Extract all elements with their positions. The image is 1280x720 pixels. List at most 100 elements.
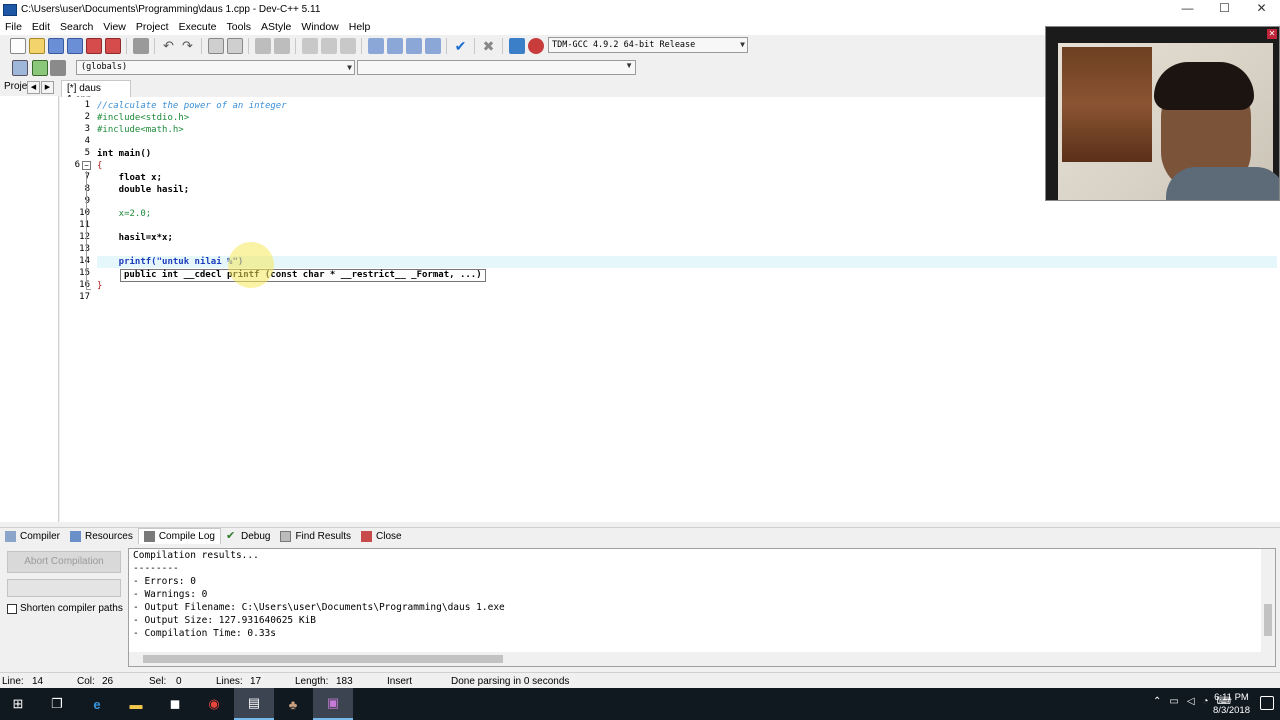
file-explorer-icon[interactable]: ▬ bbox=[126, 694, 146, 714]
clock[interactable]: 6:11 PM 8/3/2018 bbox=[1213, 691, 1250, 717]
check-syntax-icon[interactable]: ✔ bbox=[453, 38, 469, 54]
bookmark-icon[interactable] bbox=[49, 60, 66, 76]
profile-icon[interactable] bbox=[508, 38, 525, 54]
tab-find-results[interactable]: Find Results bbox=[275, 528, 356, 544]
stop-execution-icon[interactable]: ✖ bbox=[481, 38, 497, 54]
toolbar-divider bbox=[502, 38, 503, 54]
fold-guide bbox=[86, 171, 87, 289]
chevron-left-icon[interactable]: ◀ bbox=[27, 81, 40, 94]
debug-run-icon[interactable] bbox=[527, 38, 544, 54]
save-all-icon[interactable] bbox=[66, 38, 83, 54]
scrollbar-thumb[interactable] bbox=[143, 655, 503, 663]
edge-icon[interactable]: e bbox=[87, 694, 107, 714]
compiler-icon bbox=[5, 530, 16, 542]
network-icon[interactable]: ◔ bbox=[1203, 696, 1209, 707]
log-line: -------- bbox=[133, 563, 179, 574]
tab-label: Resources bbox=[85, 530, 133, 542]
shorten-paths-checkbox[interactable] bbox=[7, 603, 17, 614]
recorder-taskbar-icon[interactable]: ▣ bbox=[313, 688, 353, 720]
menu-search[interactable]: Search bbox=[55, 21, 98, 33]
start-icon[interactable]: ⊞ bbox=[8, 694, 28, 714]
compilation-progress-bar bbox=[7, 579, 121, 597]
tab-resources[interactable]: Resources bbox=[65, 528, 138, 544]
menu-help[interactable]: Help bbox=[344, 21, 376, 33]
status-sel: 0 bbox=[176, 676, 182, 687]
battery-icon[interactable]: ▭ bbox=[1169, 696, 1178, 707]
notification-icon[interactable] bbox=[1260, 696, 1274, 710]
goto-declaration-icon[interactable] bbox=[31, 60, 48, 76]
status-bar: Line: 14 Col: 26 Sel: 0 Lines: 17 Length… bbox=[0, 672, 1280, 688]
compile-log-output[interactable]: Compilation results... -------- - Errors… bbox=[128, 548, 1276, 667]
tab-close[interactable]: Close bbox=[356, 528, 407, 544]
status-lines-label: Lines: bbox=[216, 676, 243, 687]
open-file-icon[interactable] bbox=[28, 38, 45, 54]
replace-icon[interactable] bbox=[226, 38, 243, 54]
chevron-right-icon[interactable]: ▶ bbox=[41, 81, 54, 94]
new-file-icon[interactable] bbox=[9, 38, 26, 54]
menu-window[interactable]: Window bbox=[296, 21, 343, 33]
code-line: int main() bbox=[97, 149, 152, 159]
globals-select[interactable]: (globals) ▼ bbox=[76, 60, 355, 75]
menu-edit[interactable]: Edit bbox=[27, 21, 55, 33]
save-icon[interactable] bbox=[47, 38, 64, 54]
project-options-icon[interactable] bbox=[386, 38, 403, 54]
compiler-select[interactable]: TDM-GCC 4.9.2 64-bit Release ▼ bbox=[548, 37, 748, 53]
volume-icon[interactable]: ◁ bbox=[1187, 696, 1195, 707]
indent-icon[interactable] bbox=[254, 38, 271, 54]
menu-project[interactable]: Project bbox=[131, 21, 174, 33]
file-tab[interactable]: [*] daus 1.cpp bbox=[61, 80, 131, 105]
webcam-shelf bbox=[1062, 47, 1152, 162]
close-icon[interactable]: ✕ bbox=[1267, 29, 1277, 39]
clock-date: 8/3/2018 bbox=[1213, 705, 1250, 716]
new-project-icon[interactable] bbox=[367, 38, 384, 54]
insert-icon[interactable] bbox=[11, 60, 28, 76]
abort-compilation-button[interactable]: Abort Compilation bbox=[7, 551, 121, 573]
store-icon[interactable]: ◼ bbox=[165, 694, 185, 714]
status-message: Done parsing in 0 seconds bbox=[451, 676, 570, 687]
find-icon[interactable] bbox=[207, 38, 224, 54]
menu-astyle[interactable]: AStyle bbox=[256, 21, 296, 33]
log-line: - Compilation Time: 0.33s bbox=[133, 628, 276, 639]
function-select[interactable]: ▼ bbox=[357, 60, 636, 75]
close-file-icon[interactable] bbox=[85, 38, 102, 54]
log-horizontal-scrollbar[interactable] bbox=[129, 652, 1275, 666]
tab-debug[interactable]: ✔ Debug bbox=[221, 528, 275, 544]
chrome-icon[interactable]: ◉ bbox=[204, 694, 224, 714]
fold-guide-end bbox=[86, 289, 91, 290]
game-icon[interactable]: ♣ bbox=[283, 694, 303, 714]
goto-line-icon[interactable] bbox=[339, 38, 356, 54]
remove-from-project-icon[interactable] bbox=[424, 38, 441, 54]
code-line: #include<stdio.h> bbox=[97, 113, 190, 123]
devcpp-taskbar-icon[interactable]: ▤ bbox=[234, 688, 274, 720]
task-view-icon[interactable]: ❐ bbox=[47, 694, 67, 714]
unindent-icon[interactable] bbox=[273, 38, 290, 54]
close-icon bbox=[361, 530, 373, 542]
toolbar-divider bbox=[248, 38, 249, 54]
tab-label: Find Results bbox=[295, 530, 352, 542]
add-to-project-icon[interactable] bbox=[405, 38, 422, 54]
menu-tools[interactable]: Tools bbox=[222, 21, 257, 33]
tab-compiler[interactable]: Compiler bbox=[0, 528, 65, 544]
clock-time: 6:11 PM bbox=[1214, 692, 1249, 703]
menu-execute[interactable]: Execute bbox=[174, 21, 222, 33]
fold-collapse-icon[interactable]: − bbox=[82, 161, 91, 170]
toggle-bookmark-icon[interactable] bbox=[301, 38, 318, 54]
menu-file[interactable]: File bbox=[0, 21, 27, 33]
redo-icon[interactable]: ↷ bbox=[180, 38, 196, 54]
close-window-button[interactable]: ✕ bbox=[1243, 0, 1280, 19]
goto-bookmark-icon[interactable] bbox=[320, 38, 337, 54]
print-icon[interactable] bbox=[132, 38, 149, 54]
log-vertical-scrollbar[interactable] bbox=[1261, 549, 1275, 653]
line-number-gutter: 1 2 3 4 5 6 7 8 9 10 11 12 13 14 15 16 1… bbox=[60, 97, 94, 522]
minimize-button[interactable]: — bbox=[1169, 0, 1206, 19]
shorten-paths-option[interactable]: Shorten compiler paths bbox=[7, 603, 123, 614]
status-length: 183 bbox=[336, 676, 353, 687]
scrollbar-thumb[interactable] bbox=[1264, 604, 1272, 636]
tab-label: Compiler bbox=[20, 530, 61, 542]
close-all-icon[interactable] bbox=[104, 38, 121, 54]
tab-compile-log[interactable]: Compile Log bbox=[137, 528, 221, 544]
menu-view[interactable]: View bbox=[98, 21, 131, 33]
maximize-button[interactable]: ☐ bbox=[1206, 0, 1243, 19]
chevron-up-icon[interactable]: ⌃ bbox=[1153, 696, 1161, 707]
undo-icon[interactable]: ↶ bbox=[161, 38, 177, 54]
